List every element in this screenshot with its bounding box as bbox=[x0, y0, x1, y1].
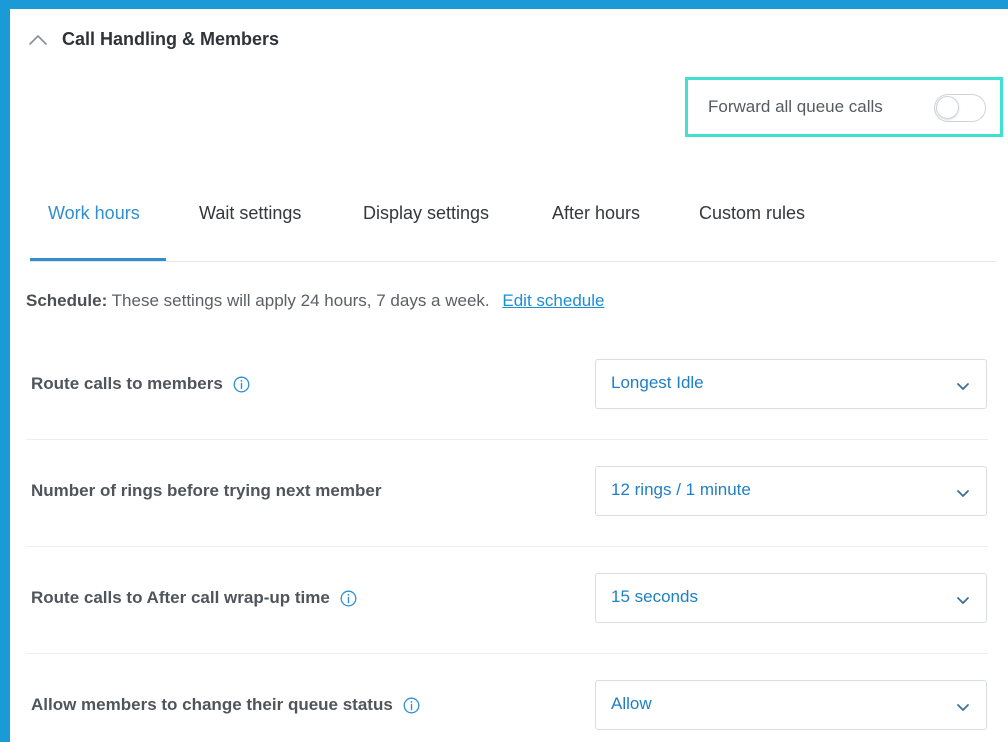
tab-after-hours[interactable]: After hours bbox=[552, 203, 640, 224]
tab-display-settings[interactable]: Display settings bbox=[363, 203, 489, 224]
chevron-down-icon bbox=[956, 485, 970, 497]
number-of-rings-select[interactable]: 12 rings / 1 minute bbox=[595, 466, 987, 516]
wrap-up-time-value: 15 seconds bbox=[611, 587, 698, 606]
setting-label-wrap-up-time: Route calls to After call wrap-up time bbox=[31, 588, 357, 608]
schedule-info: Schedule: These settings will apply 24 h… bbox=[26, 291, 604, 311]
queue-status-select[interactable]: Allow bbox=[595, 680, 987, 730]
section-title: Call Handling & Members bbox=[62, 29, 280, 49]
chevron-down-icon bbox=[956, 699, 970, 711]
chevron-down-icon bbox=[956, 378, 970, 390]
settings-tabs: Work hours Wait settings Display setting… bbox=[30, 189, 996, 262]
tab-wait-settings[interactable]: Wait settings bbox=[199, 203, 301, 224]
route-calls-select[interactable]: Longest Idle bbox=[595, 359, 987, 409]
setting-row-wrap-up-time: Route calls to After call wrap-up time 1… bbox=[26, 546, 988, 654]
chevron-up-icon[interactable] bbox=[28, 33, 48, 47]
edit-schedule-link[interactable]: Edit schedule bbox=[502, 291, 604, 310]
setting-label-text: Route calls to members bbox=[31, 374, 223, 393]
setting-row-number-of-rings: Number of rings before trying next membe… bbox=[26, 439, 988, 547]
forward-all-calls-container: Forward all queue calls bbox=[685, 77, 1003, 137]
call-handling-panel: Call Handling & Members Forward all queu… bbox=[10, 9, 1008, 742]
wrap-up-time-select[interactable]: 15 seconds bbox=[595, 573, 987, 623]
tab-work-hours[interactable]: Work hours bbox=[48, 203, 140, 224]
setting-row-route-calls: Route calls to members Longest Idle bbox=[26, 332, 988, 440]
queue-status-value: Allow bbox=[611, 694, 652, 713]
setting-label-text: Number of rings before trying next membe… bbox=[31, 481, 382, 500]
setting-label-queue-status: Allow members to change their queue stat… bbox=[31, 695, 420, 715]
setting-row-queue-status: Allow members to change their queue stat… bbox=[26, 653, 988, 742]
toggle-knob bbox=[936, 96, 959, 119]
forward-all-calls-label: Forward all queue calls bbox=[708, 97, 883, 116]
info-icon[interactable] bbox=[403, 697, 420, 714]
setting-label-number-of-rings: Number of rings before trying next membe… bbox=[31, 481, 381, 501]
chevron-down-icon bbox=[956, 592, 970, 604]
active-tab-indicator bbox=[30, 258, 166, 261]
setting-label-text: Route calls to After call wrap-up time bbox=[31, 588, 330, 607]
route-calls-value: Longest Idle bbox=[611, 373, 704, 392]
setting-label-route-calls: Route calls to members bbox=[31, 374, 250, 394]
section-header[interactable]: Call Handling & Members bbox=[28, 29, 279, 50]
schedule-text: These settings will apply 24 hours, 7 da… bbox=[111, 291, 490, 310]
schedule-label: Schedule: bbox=[26, 291, 108, 310]
tab-custom-rules[interactable]: Custom rules bbox=[699, 203, 805, 224]
info-icon[interactable] bbox=[233, 376, 250, 393]
number-of-rings-value: 12 rings / 1 minute bbox=[611, 480, 751, 499]
info-icon[interactable] bbox=[340, 590, 357, 607]
forward-all-calls-toggle[interactable] bbox=[934, 94, 986, 122]
setting-label-text: Allow members to change their queue stat… bbox=[31, 695, 393, 714]
